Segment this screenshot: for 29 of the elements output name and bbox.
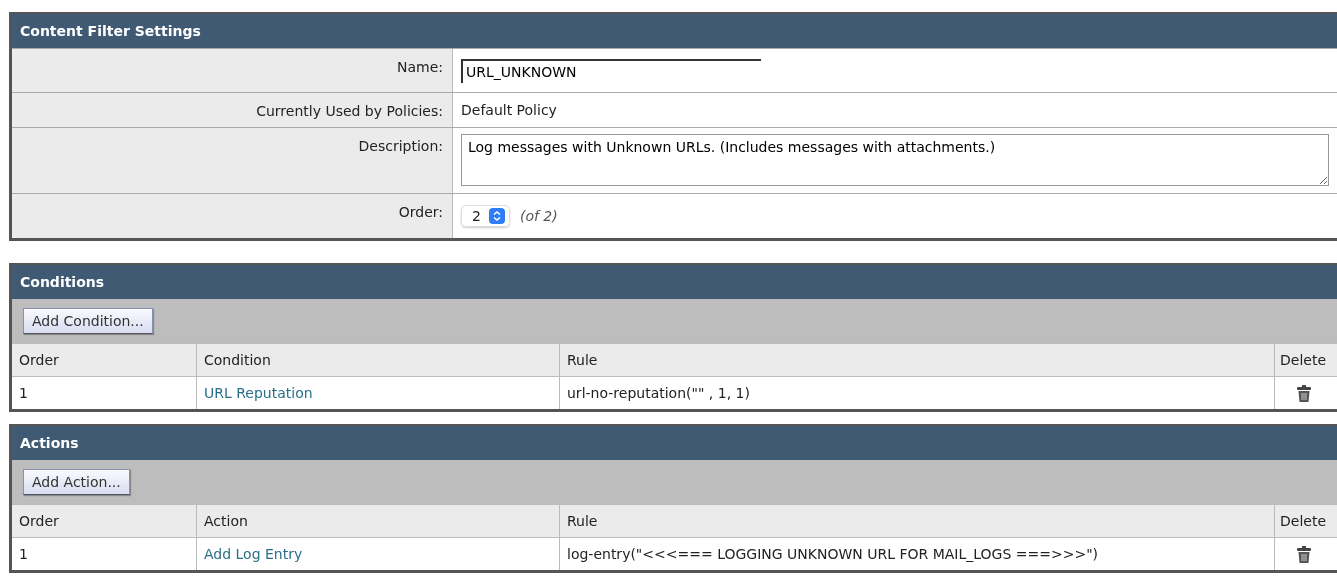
- trash-icon[interactable]: [1296, 384, 1311, 402]
- stepper-icon: [488, 208, 505, 224]
- field-value: Default Policy: [461, 102, 557, 118]
- field-label: Name:: [12, 49, 453, 92]
- field-label: Currently Used by Policies:: [12, 93, 453, 127]
- column-header: Rule: [559, 343, 1274, 376]
- add-button[interactable]: Add Action...: [23, 469, 130, 495]
- table-cell: url-no-reputation("" , 1, 1): [559, 376, 1274, 409]
- panel-header: Actions: [12, 424, 1337, 460]
- column-header: Delete: [1274, 343, 1337, 376]
- order-note: (of 2): [519, 208, 558, 224]
- description-field[interactable]: Log messages with Unknown URLs. (Includes messages with attachments.): [461, 134, 1329, 186]
- name-field[interactable]: URL_UNKNOWN: [461, 58, 761, 83]
- trash-icon[interactable]: [1296, 545, 1311, 563]
- column-header: Rule: [559, 504, 1274, 537]
- field-label: Order:: [12, 194, 453, 238]
- order-select[interactable]: 2: [461, 205, 510, 227]
- column-header: Condition: [196, 343, 559, 376]
- column-header: Delete: [1274, 504, 1337, 537]
- column-header: Order: [12, 504, 196, 537]
- panel-header: Conditions: [12, 263, 1337, 299]
- table-cell: log-entry("<<<=== LOGGING UNKNOWN URL FOR MAIL_LOGS ===>>>"): [559, 537, 1274, 570]
- column-header: Action: [196, 504, 559, 537]
- add-button[interactable]: Add Condition...: [23, 308, 153, 334]
- rule-link[interactable]: Add Log Entry: [204, 546, 303, 562]
- column-header: Order: [12, 343, 196, 376]
- panel-header: Content Filter Settings: [12, 12, 1337, 48]
- field-label: Description:: [12, 128, 453, 193]
- rule-link[interactable]: URL Reputation: [204, 385, 313, 401]
